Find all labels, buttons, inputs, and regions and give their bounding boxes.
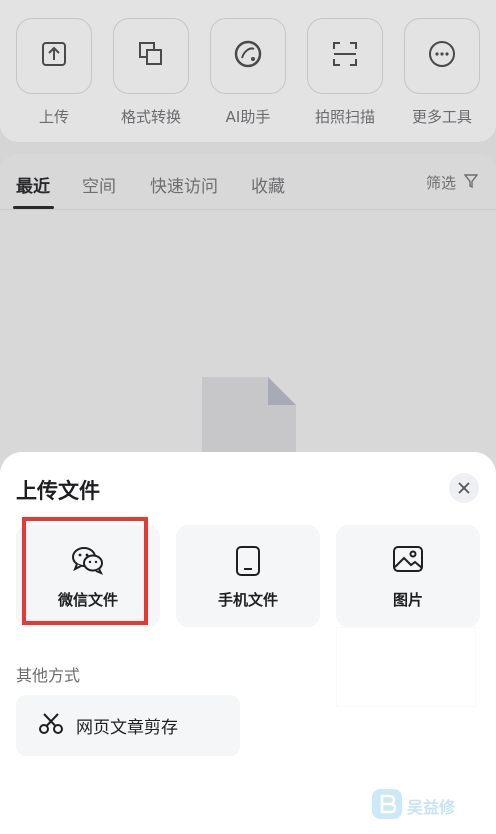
watermark-logo-icon	[371, 788, 403, 824]
more-icon	[427, 39, 457, 73]
tool-more[interactable]: 更多工具	[403, 18, 481, 127]
tool-label: 格式转换	[120, 108, 181, 126]
tool-label: 上传	[38, 108, 69, 126]
scan-icon	[330, 39, 360, 73]
tools-card: 上传 格式转换 AI助手 拍照扫描 更多工具	[0, 0, 496, 142]
tab-recent[interactable]: 最近	[16, 172, 50, 197]
option-phone-file[interactable]: 手机文件	[176, 525, 320, 627]
tab-quick-access[interactable]: 快速访问	[150, 172, 218, 197]
tool-label: 拍照扫描	[314, 108, 375, 126]
format-convert-icon	[136, 39, 166, 73]
tool-label: 更多工具	[411, 108, 472, 126]
tab-favorites[interactable]: 收藏	[251, 172, 285, 197]
ai-assistant-icon	[232, 38, 264, 74]
sheet-title: 上传文件	[16, 479, 100, 503]
option-label: 图片	[392, 591, 423, 609]
image-icon	[392, 545, 424, 577]
option-label: 手机文件	[217, 591, 278, 609]
option-image[interactable]: 图片	[336, 525, 480, 627]
tab-divider	[0, 209, 496, 210]
other-methods-label: 其他方式	[16, 666, 81, 685]
watermark-text: 吴益修	[407, 798, 456, 817]
filter-button[interactable]: 筛选	[425, 172, 479, 193]
phone-icon	[235, 545, 261, 581]
web-clip-button[interactable]: 网页文章剪存	[16, 695, 240, 756]
tab-space[interactable]: 空间	[82, 172, 116, 197]
upload-icon	[39, 39, 69, 73]
tool-upload[interactable]: 上传	[15, 18, 93, 127]
tool-label: AI助手	[225, 108, 271, 126]
empty-file-illustration	[200, 375, 296, 459]
watermark: 吴益修	[371, 788, 455, 824]
tool-format-convert[interactable]: 格式转换	[112, 18, 190, 127]
close-icon	[458, 479, 470, 498]
tool-scan[interactable]: 拍照扫描	[306, 18, 384, 127]
upload-sheet: 上传文件 微信文件 手机文件 图片 其他方式 网页文章剪存 吴益修	[0, 452, 496, 834]
filter-icon	[463, 173, 479, 192]
faint-shape	[335, 626, 477, 711]
tool-ai-assistant[interactable]: AI助手	[209, 18, 287, 127]
scissors-icon	[38, 712, 64, 739]
web-clip-label: 网页文章剪存	[76, 718, 178, 738]
filter-label: 筛选	[425, 174, 456, 192]
close-button[interactable]	[449, 473, 479, 503]
highlight-box	[22, 517, 148, 625]
